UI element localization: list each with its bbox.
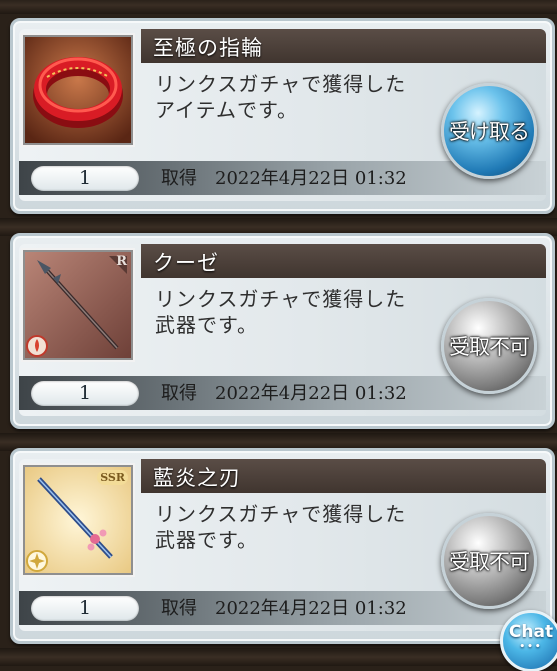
quantity-badge: 1 xyxy=(31,596,139,621)
item-description: リンクスガチャで獲得した 武器です。 xyxy=(155,501,445,553)
item-description: リンクスガチャで獲得した アイテムです。 xyxy=(155,71,445,123)
title-bar: クーゼ xyxy=(141,244,546,278)
description-line: 武器です。 xyxy=(155,313,258,337)
rarity-badge: R xyxy=(116,254,127,269)
unavailable-button[interactable]: 受取不可 xyxy=(441,513,537,609)
acquired-date: 2022年4月22日 01:32 xyxy=(215,598,407,619)
acquired-label: 取得 xyxy=(161,168,197,189)
divider xyxy=(0,0,557,14)
chat-label: Chat xyxy=(508,622,554,642)
description-line: 武器です。 xyxy=(155,528,258,552)
acquired-date: 2022年4月22日 01:32 xyxy=(215,168,407,189)
description-line: リンクスガチャで獲得した xyxy=(155,287,407,311)
gift-card: 至極の指輪 リンクスガチャで獲得した アイテムです。 1 取得 2022年4月22… xyxy=(10,18,555,214)
quantity-badge: 1 xyxy=(31,166,139,191)
quantity-badge: 1 xyxy=(31,381,139,406)
divider xyxy=(0,648,557,666)
description-line: リンクスガチャで獲得した xyxy=(155,72,407,96)
description-line: アイテムです。 xyxy=(155,98,298,122)
spear-weapon-icon: R xyxy=(23,250,133,360)
sword-weapon-icon: SSR xyxy=(23,465,133,575)
description-line: リンクスガチャで獲得した xyxy=(155,502,407,526)
acquired-label: 取得 xyxy=(161,598,197,619)
item-title: クーゼ xyxy=(153,251,219,275)
acquired-info: 取得 2022年4月22日 01:32 xyxy=(161,381,407,406)
title-bar: 藍炎之刃 xyxy=(141,459,546,493)
gift-card: クーゼ R リンクスガチャで獲得した 武器です。 1 取得 2022年4月22日… xyxy=(10,233,555,429)
acquired-info: 取得 2022年4月22日 01:32 xyxy=(161,596,407,621)
gift-card: 藍炎之刃 SSR リンクスガチャで獲得した 武器です。 1 取得 2022年4月… xyxy=(10,448,555,644)
title-bar: 至極の指輪 xyxy=(141,29,546,63)
acquired-info: 取得 2022年4月22日 01:32 xyxy=(161,166,407,191)
ring-icon xyxy=(23,35,133,145)
rarity-badge: SSR xyxy=(97,470,128,485)
unavailable-button[interactable]: 受取不可 xyxy=(441,298,537,394)
item-title: 至極の指輪 xyxy=(153,36,263,60)
item-title: 藍炎之刃 xyxy=(153,466,241,490)
acquired-label: 取得 xyxy=(161,383,197,404)
chat-button[interactable]: Chat ••• xyxy=(500,610,557,671)
item-description: リンクスガチャで獲得した 武器です。 xyxy=(155,286,445,338)
receive-button[interactable]: 受け取る xyxy=(441,83,537,179)
chat-dots-icon: ••• xyxy=(519,642,543,652)
acquired-date: 2022年4月22日 01:32 xyxy=(215,383,407,404)
